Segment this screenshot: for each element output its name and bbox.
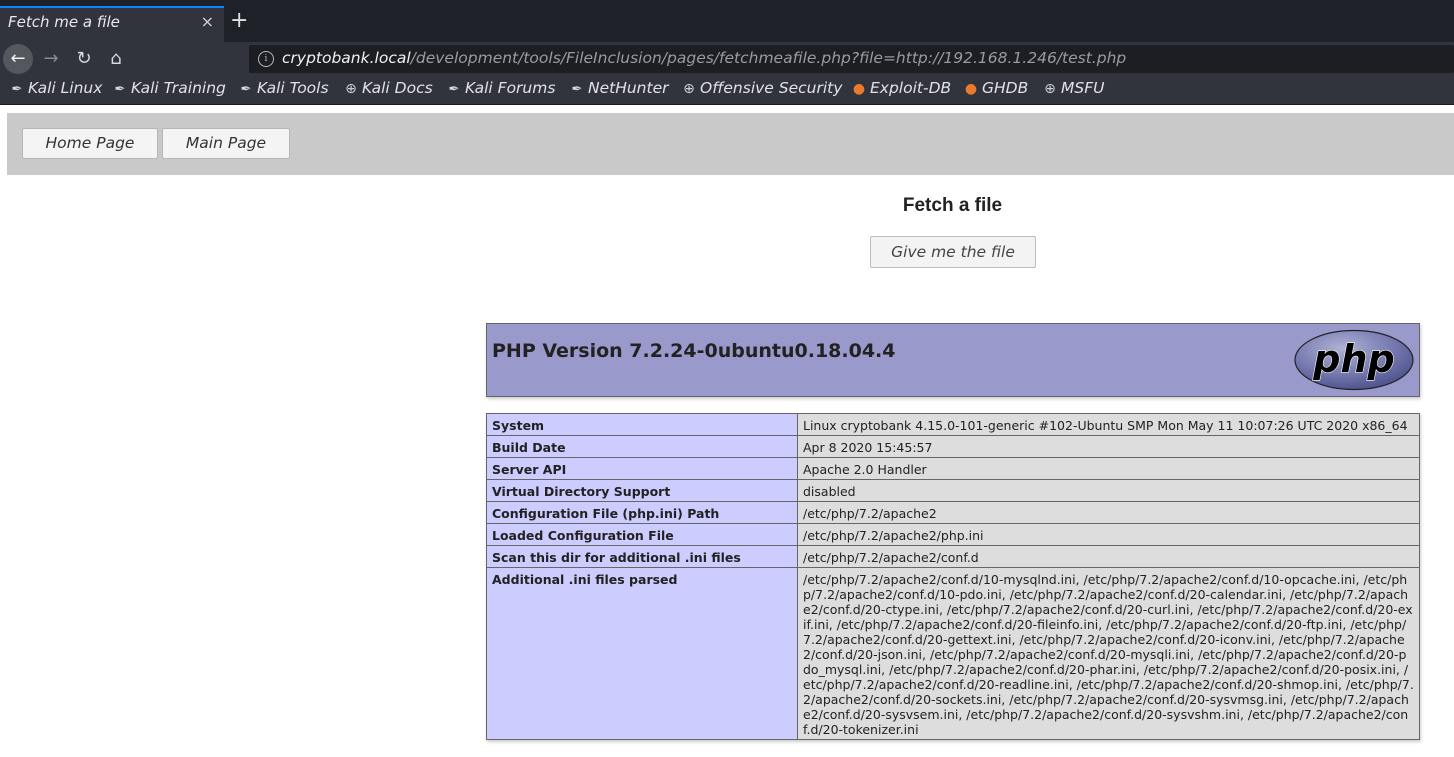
row-key: Additional .ini files parsed bbox=[486, 567, 798, 740]
tab-active[interactable]: Fetch me a file × bbox=[0, 6, 224, 42]
row-key: Virtual Directory Support bbox=[486, 479, 798, 502]
forward-arrow-icon[interactable]: → bbox=[38, 44, 64, 74]
exploit-db-icon: ● bbox=[964, 81, 978, 97]
kali-dragon-icon: ✒ bbox=[571, 82, 583, 97]
bookmark-kali-tools[interactable]: ✒ Kali Tools bbox=[238, 79, 329, 97]
row-value: /etc/php/7.2/apache2/php.ini bbox=[797, 523, 1420, 546]
url-bar[interactable]: i cryptobank.local/development/tools/Fil… bbox=[249, 45, 1454, 73]
row-value: Apr 8 2020 15:45:57 bbox=[797, 435, 1420, 458]
row-key: Build Date bbox=[486, 435, 798, 458]
row-key: Scan this dir for additional .ini files bbox=[486, 545, 798, 568]
home-page-button[interactable]: Home Page bbox=[22, 128, 158, 159]
new-tab-button[interactable]: + bbox=[230, 8, 248, 34]
navigation-toolbar: ← → ↻ ⌂ i cryptobank.local/development/t… bbox=[0, 42, 1454, 76]
url-host: cryptobank.local bbox=[282, 49, 411, 67]
globe-icon: ⊕ bbox=[683, 81, 695, 97]
tab-bar: Fetch me a file × + bbox=[0, 0, 1454, 42]
globe-icon: ⊕ bbox=[1044, 81, 1056, 97]
bookmark-msfu[interactable]: ⊕ MSFU bbox=[1042, 79, 1104, 97]
close-tab-icon[interactable]: × bbox=[201, 12, 214, 31]
php-version-title: PHP Version 7.2.24-0ubuntu0.18.04.4 bbox=[492, 340, 896, 362]
row-value: /etc/php/7.2/apache2/conf.d bbox=[797, 545, 1420, 568]
row-key: Server API bbox=[486, 457, 798, 480]
main-page-button[interactable]: Main Page bbox=[162, 128, 290, 159]
table-row: Server API Apache 2.0 Handler bbox=[486, 457, 1420, 480]
exploit-db-icon: ● bbox=[852, 81, 866, 97]
table-row: System Linux cryptobank 4.15.0-101-generi… bbox=[486, 413, 1420, 436]
back-arrow-icon[interactable]: ← bbox=[3, 44, 33, 74]
bookmark-kali-linux[interactable]: ✒ Kali Linux bbox=[9, 79, 103, 97]
row-value: disabled bbox=[797, 479, 1420, 502]
table-row: Virtual Directory Support disabled bbox=[486, 479, 1420, 502]
table-row: Build Date Apr 8 2020 15:45:57 bbox=[486, 435, 1420, 458]
row-key: System bbox=[486, 413, 798, 436]
bookmarks-toolbar: ✒ Kali Linux ✒ Kali Training ✒ Kali Tools ⊕… bbox=[0, 76, 1454, 105]
row-value: /etc/php/7.2/apache2/conf.d/10-mysqlnd.i… bbox=[797, 567, 1420, 740]
table-row: Additional .ini files parsed/etc/php/7.2… bbox=[486, 567, 1420, 740]
globe-icon: ⊕ bbox=[345, 81, 357, 97]
row-value: Linux cryptobank 4.15.0-101-generic #102… bbox=[797, 413, 1420, 436]
kali-dragon-icon: ✒ bbox=[11, 82, 23, 97]
kali-dragon-icon: ✒ bbox=[448, 82, 460, 97]
row-value: /etc/php/7.2/apache2 bbox=[797, 501, 1420, 524]
url-path: /development/tools/FileInclusion/pages/f… bbox=[410, 49, 1127, 67]
table-row: Scan this dir for additional .ini files /… bbox=[486, 545, 1420, 568]
php-logo-text: php bbox=[1312, 337, 1394, 381]
bookmark-offensive-security[interactable]: ⊕ Offensive Security bbox=[681, 79, 842, 97]
home-icon[interactable]: ⌂ bbox=[103, 44, 129, 74]
table-row: Loaded Configuration File/etc/php/7.2/ap… bbox=[486, 523, 1420, 546]
table-row: Configuration File (php.ini) Path/etc/ph… bbox=[486, 501, 1420, 524]
reload-icon[interactable]: ↻ bbox=[71, 44, 97, 74]
give-me-file-button[interactable]: Give me the file bbox=[870, 236, 1036, 268]
tab-title: Fetch me a file bbox=[8, 13, 120, 31]
kali-dragon-icon: ✒ bbox=[114, 82, 126, 97]
php-logo: php bbox=[1294, 329, 1414, 391]
row-key: Configuration File (php.ini) Path bbox=[486, 501, 798, 524]
bookmark-kali-docs[interactable]: ⊕ Kali Docs bbox=[343, 79, 433, 97]
phpinfo-header: PHP Version 7.2.24-0ubuntu0.18.04.4 php bbox=[486, 323, 1420, 397]
site-info-icon[interactable]: i bbox=[258, 51, 274, 67]
page-heading: Fetch a file bbox=[902, 195, 1003, 216]
bookmark-kali-training[interactable]: ✒ Kali Training bbox=[112, 79, 226, 97]
bookmark-ghdb[interactable]: ● GHDB bbox=[963, 79, 1028, 97]
row-value: Apache 2.0 Handler bbox=[797, 457, 1420, 480]
kali-dragon-icon: ✒ bbox=[240, 82, 252, 97]
page-navigation: Home Page Main Page bbox=[7, 113, 1454, 175]
row-key: Loaded Configuration File bbox=[486, 523, 798, 546]
bookmark-exploit-db[interactable]: ● Exploit-DB bbox=[851, 79, 951, 97]
bookmark-kali-forums[interactable]: ✒ Kali Forums bbox=[446, 79, 556, 97]
bookmark-nethunter[interactable]: ✒ NetHunter bbox=[569, 79, 669, 97]
phpinfo-table: System Linux cryptobank 4.15.0-101-generi… bbox=[486, 413, 1420, 740]
url-text[interactable]: cryptobank.local/development/tools/FileI… bbox=[282, 49, 1126, 67]
